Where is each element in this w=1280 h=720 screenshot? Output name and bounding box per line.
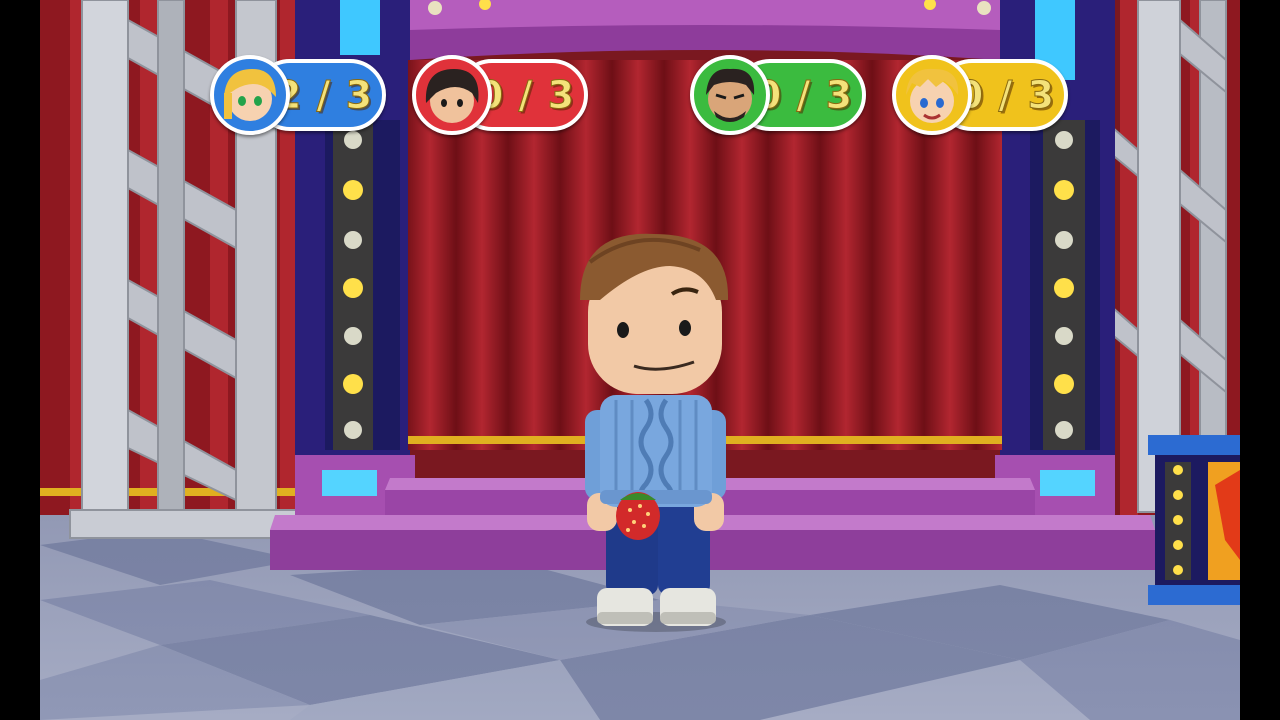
bearded-green-player-avatar-icon xyxy=(690,55,770,135)
player-4-score-pill: 0 / 3 xyxy=(892,55,1070,135)
game-viewport: 2 / 3 0 / 3 0 / 3 0 / 3 xyxy=(40,0,1240,720)
player-3-score-pill: 0 / 3 xyxy=(690,55,868,135)
blonde-blue-eyed-player-avatar-icon xyxy=(892,55,972,135)
strawberry-item xyxy=(616,492,660,540)
dark-haired-red-player-avatar-icon xyxy=(412,55,492,135)
blonde-green-eyed-player-avatar-icon xyxy=(210,55,290,135)
player-1-score-pill: 2 / 3 xyxy=(210,55,388,135)
player-2-score-pill: 0 / 3 xyxy=(412,55,590,135)
star-prop-box xyxy=(1148,435,1240,605)
